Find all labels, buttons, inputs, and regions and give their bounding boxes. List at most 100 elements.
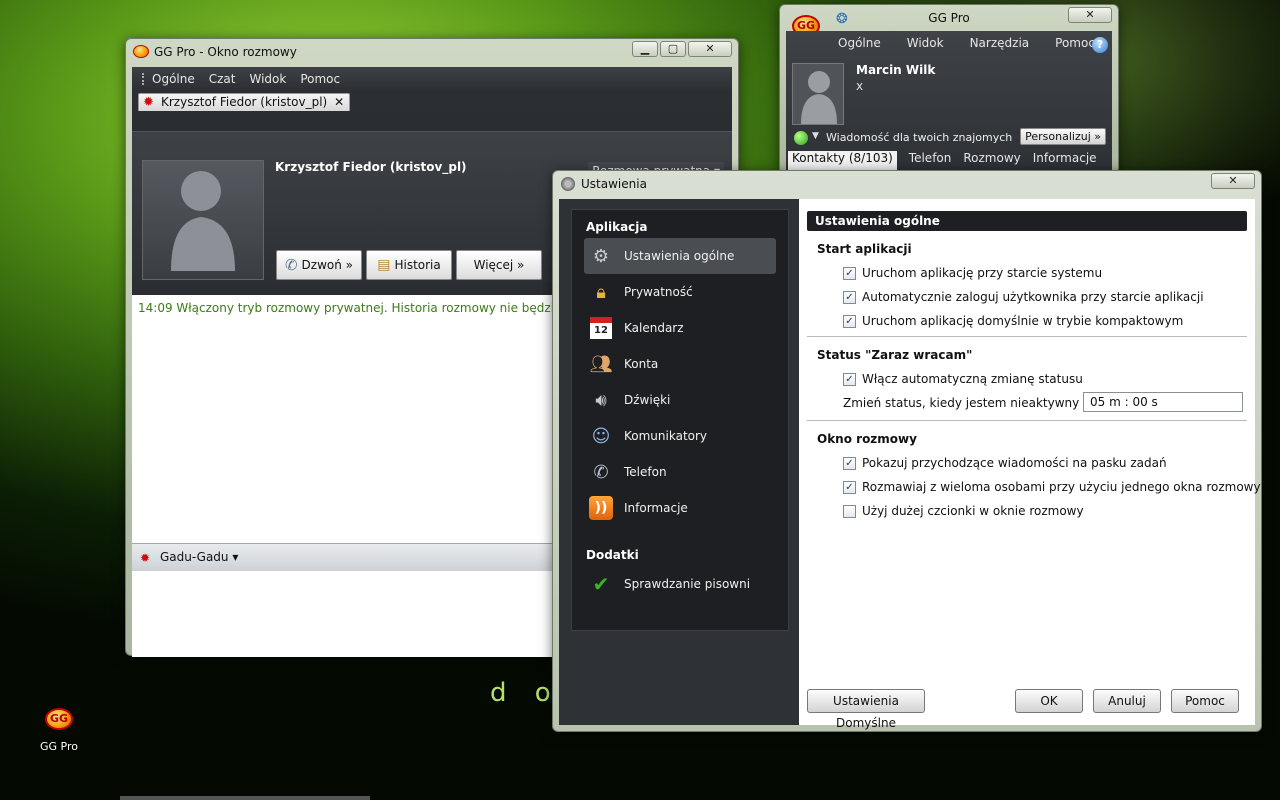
nav-item-label: Kalendarz [624, 321, 684, 335]
settings-window: Ustawienia ✕ Aplikacja ⚙ Ustawienia ogól… [552, 170, 1262, 732]
nav-item-spellcheck[interactable]: ✔ Sprawdzanie pisowni [584, 566, 776, 602]
nav-item-messengers[interactable]: ☺ Komunikatory [584, 418, 776, 454]
protocol-label: Gadu-Gadu [160, 550, 229, 564]
checkbox[interactable]: ✓ [843, 266, 856, 280]
section-away-title: Status "Zaraz wracam" [817, 348, 973, 362]
checkbox[interactable]: ✓ [843, 290, 856, 304]
nav-item-phone[interactable]: ✆ Telefon [584, 454, 776, 490]
protocol-dropdown[interactable]: Gadu-Gadu ▾ [160, 550, 238, 564]
history-book-icon: ▤ [377, 257, 391, 273]
nav-item-label: Sprawdzanie pisowni [624, 577, 751, 591]
contact-name: Krzysztof Fiedor (kristov_pl) [275, 160, 467, 174]
option-startup-launch[interactable]: ✓ Uruchom aplikację przy starcie systemu [843, 266, 1102, 280]
help-button[interactable]: Pomoc [1171, 689, 1239, 713]
help-icon[interactable]: ? [1092, 37, 1108, 53]
nav-item-privacy[interactable]: 🔒︎ Prywatność [584, 274, 776, 310]
messenger-user-icon: ☺ [591, 425, 611, 447]
settings-content-header: Ustawienia ogólne [807, 211, 1247, 231]
menu-widok[interactable]: Widok [249, 72, 286, 86]
menu-narzedzia[interactable]: Narzędzia [970, 36, 1030, 50]
personalize-button[interactable]: Personalizuj » [1020, 128, 1106, 145]
defaults-button[interactable]: Ustawienia Domyślne [807, 689, 925, 730]
rss-icon: )) [588, 495, 614, 521]
lock-icon: 🔒︎ [596, 281, 606, 303]
option-label: Rozmawiaj z wieloma osobami przy użyciu … [862, 480, 1261, 494]
phone-icon: ✆ [284, 256, 298, 274]
user-name: Marcin Wilk [856, 63, 936, 77]
menubar-grip [142, 73, 144, 85]
chevron-down-icon[interactable]: ▼ [812, 131, 819, 141]
desktop-icon-label: GG Pro [40, 740, 78, 753]
history-button[interactable]: ▤ Historia [366, 250, 452, 280]
calendar-icon: 12 [588, 315, 614, 341]
gear-icon: ⚙ [592, 245, 610, 267]
taskbar-fragment [120, 796, 370, 800]
nav-section-app: Aplikacja [586, 220, 648, 234]
checkbox[interactable]: ✓ [843, 372, 856, 386]
checkbox[interactable]: ✓ [843, 456, 856, 470]
option-label: Automatycznie zaloguj użytkownika przy s… [862, 290, 1204, 304]
nav-item-label: Informacje [624, 501, 688, 515]
chevron-down-icon: ▾ [232, 550, 239, 564]
tab-contacts[interactable]: Kontakty (8/103) [788, 151, 897, 171]
cancel-button[interactable]: Anuluj [1093, 689, 1161, 713]
call-button[interactable]: ✆ Dzwoń » [276, 250, 362, 280]
option-single-window[interactable]: ✓ Rozmawiaj z wieloma osobami przy użyci… [843, 480, 1261, 494]
close-button[interactable]: ✕ [688, 41, 732, 57]
nav-item-calendar[interactable]: 12 Kalendarz [584, 310, 776, 346]
chat-tabstrip: ✹ Krzysztof Fiedor (kristov_pl) ✕ [132, 91, 732, 111]
section-divider [807, 336, 1247, 337]
menu-ogolne[interactable]: Ogólne [838, 36, 881, 50]
nav-item-sounds[interactable]: 🔊︎ Dźwięki [584, 382, 776, 418]
option-label: Użyj dużej czcionki w oknie rozmowy [862, 504, 1084, 518]
desktop-icon-gg-pro[interactable]: GG GG Pro [34, 708, 84, 753]
option-auto-away[interactable]: ✓ Włącz automatyczną zmianę statusu [843, 372, 1083, 386]
tab-conversations[interactable]: Rozmowy [963, 151, 1020, 171]
status-message-field[interactable]: Wiadomość dla twoich znajomych [826, 131, 1012, 144]
close-button[interactable]: ✕ [1068, 7, 1112, 23]
menu-widok[interactable]: Widok [907, 36, 944, 50]
option-taskbar-messages[interactable]: ✓ Pokazuj przychodzące wiadomości na pas… [843, 456, 1167, 470]
nav-section-addons: Dodatki [586, 548, 639, 562]
nav-item-label: Dźwięki [624, 393, 671, 407]
nav-item-info[interactable]: )) Informacje [584, 490, 776, 526]
idle-time-input[interactable]: 05 m : 00 s [1083, 392, 1243, 412]
nav-item-accounts[interactable]: 👥︎ Konta [584, 346, 776, 382]
main-menubar: Ogólne Widok Narzędzia Pomoc [786, 31, 1112, 55]
gg-logo-icon: GG [45, 708, 73, 730]
menu-ogolne[interactable]: Ogólne [152, 72, 195, 86]
main-tabs: Kontakty (8/103) Telefon Rozmowy Informa… [786, 151, 1112, 171]
chat-menubar: Ogólne Czat Widok Pomoc [132, 67, 732, 91]
menu-pomoc[interactable]: Pomoc [1055, 36, 1095, 50]
history-button-label: Historia [394, 258, 441, 272]
tab-information[interactable]: Informacje [1033, 151, 1097, 171]
maximize-button[interactable]: ▢ [660, 41, 686, 57]
more-button[interactable]: Więcej » [456, 250, 542, 280]
phone-icon: ✆ [593, 461, 609, 483]
nav-item-label: Konta [624, 357, 659, 371]
menu-czat[interactable]: Czat [209, 72, 236, 86]
settings-window-title: Ustawienia [581, 177, 647, 191]
chat-tab[interactable]: ✹ Krzysztof Fiedor (kristov_pl) ✕ [138, 93, 351, 111]
option-large-font[interactable]: Użyj dużej czcionki w oknie rozmowy [843, 504, 1084, 518]
main-window: GG ❂ GG Pro ✕ Ogólne Widok Narzędzia Pom… [779, 4, 1119, 174]
checkbox[interactable]: ✓ [843, 480, 856, 494]
close-button[interactable]: ✕ [1211, 173, 1255, 189]
call-button-label: Dzwoń » [301, 258, 354, 272]
minimize-button[interactable]: ▁ [632, 41, 658, 57]
more-button-label: Więcej » [473, 258, 525, 272]
gg-status-flower-icon: ✹ [140, 551, 151, 565]
contact-avatar [142, 160, 264, 280]
option-auto-login[interactable]: ✓ Automatycznie zaloguj użytkownika przy… [843, 290, 1204, 304]
checkbox[interactable] [843, 504, 856, 518]
users-icon: 👥︎ [589, 353, 613, 375]
user-avatar[interactable] [792, 63, 844, 125]
nav-item-general[interactable]: ⚙ Ustawienia ogólne [584, 238, 776, 274]
checkbox[interactable]: ✓ [843, 314, 856, 328]
ok-button[interactable]: OK [1015, 689, 1083, 713]
tab-phone[interactable]: Telefon [909, 151, 952, 171]
menu-pomoc[interactable]: Pomoc [300, 72, 340, 86]
status-available-icon[interactable] [794, 131, 808, 145]
option-compact-mode[interactable]: ✓ Uruchom aplikację domyślnie w trybie k… [843, 314, 1183, 328]
close-tab-icon[interactable]: ✕ [334, 94, 344, 111]
